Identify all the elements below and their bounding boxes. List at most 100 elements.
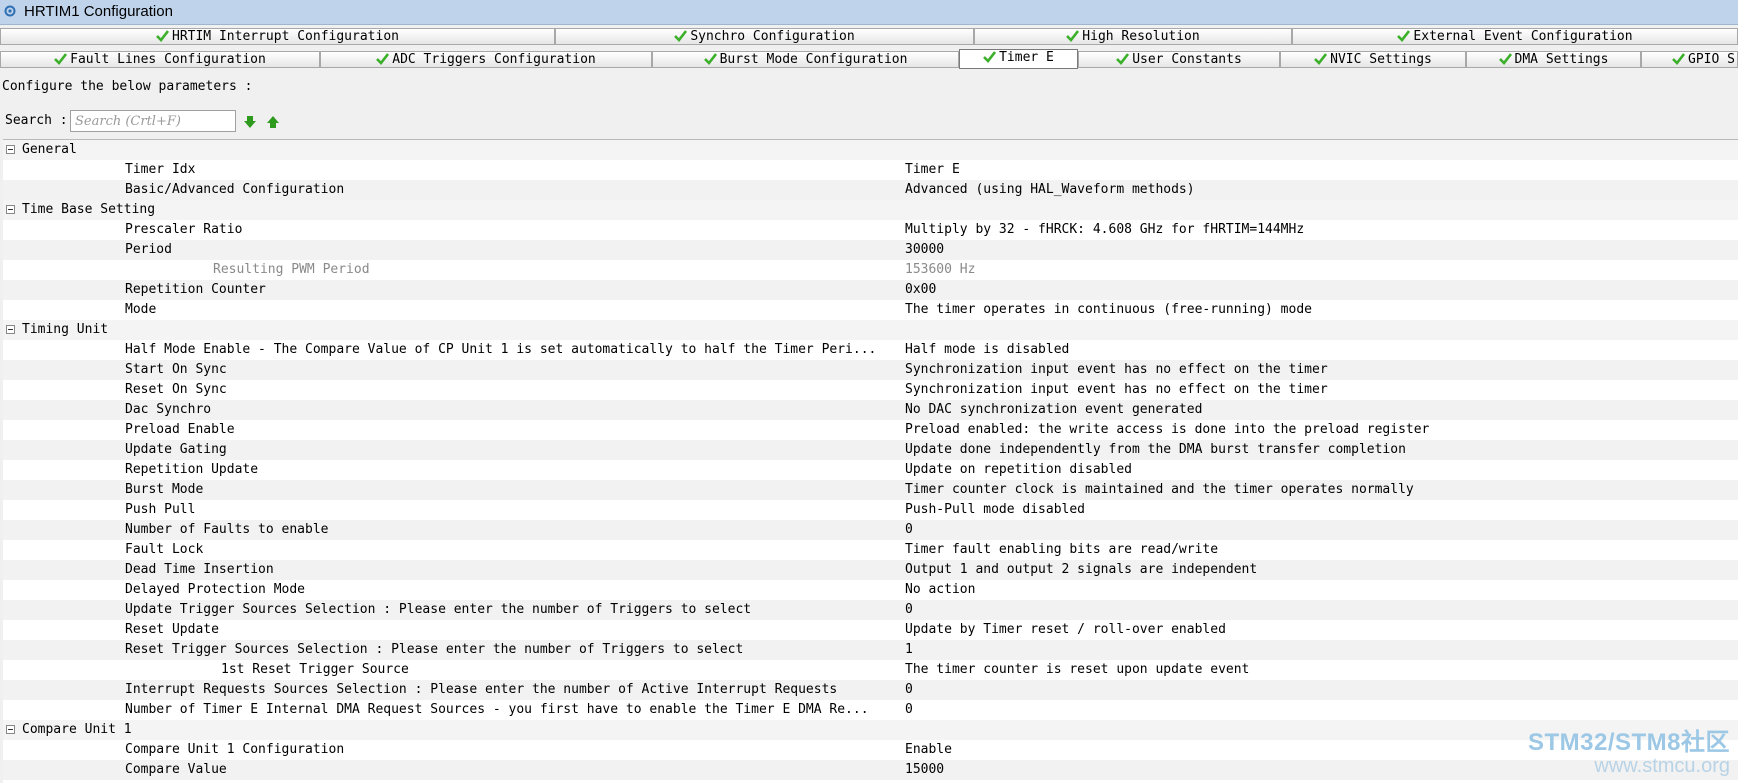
category-row[interactable]: Timing Unit [3, 320, 1738, 340]
collapse-icon[interactable] [6, 325, 15, 334]
tab-burst-mode-configuration[interactable]: Burst Mode Configuration [652, 51, 959, 68]
parameter-row[interactable]: Delayed Protection Mode No action [3, 580, 1738, 600]
parameter-row[interactable]: 1st Reset Trigger Source The timer counte… [3, 660, 1738, 680]
parameter-value[interactable]: Output 1 and output 2 signals are indepe… [905, 560, 1257, 580]
tab-user-constants[interactable]: User Constants [1078, 51, 1280, 68]
parameter-value[interactable]: 30000 [905, 240, 944, 260]
tab-label: High Resolution [1082, 29, 1200, 44]
tab-label: Fault Lines Configuration [70, 52, 266, 67]
checkmark-icon [1672, 53, 1685, 65]
parameter-row[interactable]: Burst Mode Timer counter clock is maintai… [3, 480, 1738, 500]
parameter-row[interactable]: Half Mode Enable - The Compare Value of … [3, 340, 1738, 360]
parameter-row[interactable]: Update Gating Update done independently f… [3, 440, 1738, 460]
parameter-value[interactable]: Timer E [905, 160, 960, 180]
category-row[interactable]: General [3, 140, 1738, 160]
tab-synchro-configuration[interactable]: Synchro Configuration [555, 28, 974, 45]
parameter-row[interactable]: Preload Enable Preload enabled: the write… [3, 420, 1738, 440]
parameter-value[interactable]: Update by Timer reset / roll-over enable… [905, 620, 1226, 640]
parameter-row[interactable]: Timer Idx Timer E [3, 160, 1738, 180]
parameter-name: Burst Mode [125, 482, 204, 497]
parameter-row[interactable]: Fault Lock Timer fault enabling bits are … [3, 540, 1738, 560]
parameter-value[interactable]: Push-Pull mode disabled [905, 500, 1085, 520]
watermark-line-1: STM32/STM8社区 [1527, 729, 1730, 756]
parameter-name: Fault Lock [125, 542, 204, 557]
parameter-row[interactable]: Reset Update Update by Timer reset / roll… [3, 620, 1738, 640]
tab-external-event-configuration[interactable]: External Event Configuration [1292, 28, 1738, 45]
tab-label: HRTIM Interrupt Configuration [172, 29, 399, 44]
tab-timer-e[interactable]: Timer E [959, 49, 1078, 69]
parameter-name: Mode [125, 302, 157, 317]
parameter-row[interactable]: Reset On Sync Synchronization input event… [3, 380, 1738, 400]
tab-label: ADC Triggers Configuration [392, 52, 596, 67]
tab-adc-triggers-configuration[interactable]: ADC Triggers Configuration [320, 51, 652, 68]
tab-row-1: HRTIM Interrupt Configuration Synchro Co… [0, 28, 1738, 46]
tab-hrtim-interrupt-configuration[interactable]: HRTIM Interrupt Configuration [0, 28, 555, 45]
collapse-icon[interactable] [6, 725, 15, 734]
parameter-name: Reset Update [125, 622, 219, 637]
category-row[interactable]: Compare Unit 1 [3, 720, 1738, 740]
parameter-name: Delayed Protection Mode [125, 582, 306, 597]
tab-nvic-settings[interactable]: NVIC Settings [1280, 51, 1466, 68]
parameter-row[interactable]: Number of Faults to enable 0 [3, 520, 1738, 540]
parameter-row[interactable]: Repetition Counter 0x00 [3, 280, 1738, 300]
category-label: Time Base Setting [22, 202, 156, 217]
parameter-row[interactable]: Number of Timer E Internal DMA Request S… [3, 700, 1738, 720]
parameter-value[interactable]: 0 [905, 680, 913, 700]
parameter-row[interactable]: Dac Synchro No DAC synchronization event … [3, 400, 1738, 420]
parameter-value[interactable]: 15000 [905, 760, 944, 780]
parameter-row[interactable]: Prescaler Ratio Multiply by 32 - fHRCK: 4… [3, 220, 1738, 240]
parameter-row[interactable]: Period 30000 [3, 240, 1738, 260]
parameter-row[interactable]: Compare Value 15000 [3, 760, 1738, 780]
parameter-row[interactable]: Basic/Advanced Configuration Advanced (us… [3, 180, 1738, 200]
tab-high-resolution[interactable]: High Resolution [974, 28, 1292, 45]
parameter-value[interactable]: No DAC synchronization event generated [905, 400, 1202, 420]
parameter-row[interactable]: Update Trigger Sources Selection : Pleas… [3, 600, 1738, 620]
parameter-value[interactable]: The timer counter is reset upon update e… [905, 660, 1249, 680]
parameter-value[interactable]: No action [905, 580, 975, 600]
category-row[interactable]: Time Base Setting [3, 200, 1738, 220]
parameter-name: Reset Trigger Sources Selection : Please… [125, 642, 744, 657]
collapse-icon[interactable] [6, 145, 15, 154]
parameter-row[interactable]: Repetition Update Update on repetition di… [3, 460, 1738, 480]
parameter-row[interactable]: Compare Unit 1 Configuration Enable [3, 740, 1738, 760]
parameter-value[interactable]: 0 [905, 520, 913, 540]
parameter-row[interactable]: Dead Time Insertion Output 1 and output 2… [3, 560, 1738, 580]
window-title: HRTIM1 Configuration [24, 3, 173, 20]
parameter-grid: General Timer Idx Timer E Basic/Advanced Co… [3, 139, 1738, 783]
parameter-value[interactable]: Update on repetition disabled [905, 460, 1132, 480]
parameter-row[interactable]: Reset Trigger Sources Selection : Please… [3, 640, 1738, 660]
parameter-name: Prescaler Ratio [125, 222, 243, 237]
parameter-value[interactable]: Synchronization input event has no effec… [905, 360, 1328, 380]
parameter-value[interactable]: Preload enabled: the write access is don… [905, 420, 1429, 440]
parameter-name: Update Gating [125, 442, 227, 457]
arrow-down-icon[interactable] [243, 115, 257, 129]
parameter-value[interactable]: 1 [905, 640, 913, 660]
tab-gpio-settings[interactable]: GPIO S [1641, 51, 1738, 68]
parameter-row[interactable]: Start On Sync Synchronization input event… [3, 360, 1738, 380]
parameter-row[interactable]: Push Pull Push-Pull mode disabled [3, 500, 1738, 520]
parameter-value[interactable]: Update done independently from the DMA b… [905, 440, 1406, 460]
parameter-value[interactable]: Half mode is disabled [905, 340, 1069, 360]
parameter-value[interactable]: The timer operates in continuous (free-r… [905, 300, 1312, 320]
parameter-name: Reset On Sync [125, 382, 227, 397]
parameter-value[interactable]: Timer counter clock is maintained and th… [905, 480, 1414, 500]
tab-dma-settings[interactable]: DMA Settings [1466, 51, 1641, 68]
arrow-up-icon[interactable] [266, 115, 280, 129]
checkmark-icon [1498, 53, 1512, 65]
parameter-name: Dac Synchro [125, 402, 212, 417]
collapse-icon[interactable] [6, 205, 15, 214]
parameter-row[interactable]: Mode The timer operates in continuous (fr… [3, 300, 1738, 320]
parameter-value[interactable]: 0 [905, 600, 913, 620]
parameter-value[interactable]: 0x00 [905, 280, 936, 300]
parameter-value[interactable]: Enable [905, 740, 952, 760]
category-label: Compare Unit 1 [22, 722, 132, 737]
tab-fault-lines-configuration[interactable]: Fault Lines Configuration [0, 51, 320, 68]
parameter-value[interactable]: Timer fault enabling bits are read/write [905, 540, 1218, 560]
parameter-value[interactable]: 0 [905, 700, 913, 720]
parameter-value[interactable]: Multiply by 32 - fHRCK: 4.608 GHz for fH… [905, 220, 1304, 240]
search-input[interactable] [70, 110, 236, 132]
checkmark-icon [703, 53, 717, 65]
parameter-value[interactable]: Synchronization input event has no effec… [905, 380, 1328, 400]
parameter-row[interactable]: Interrupt Requests Sources Selection : P… [3, 680, 1738, 700]
parameter-value[interactable]: Advanced (using HAL_Waveform methods) [905, 180, 1195, 200]
